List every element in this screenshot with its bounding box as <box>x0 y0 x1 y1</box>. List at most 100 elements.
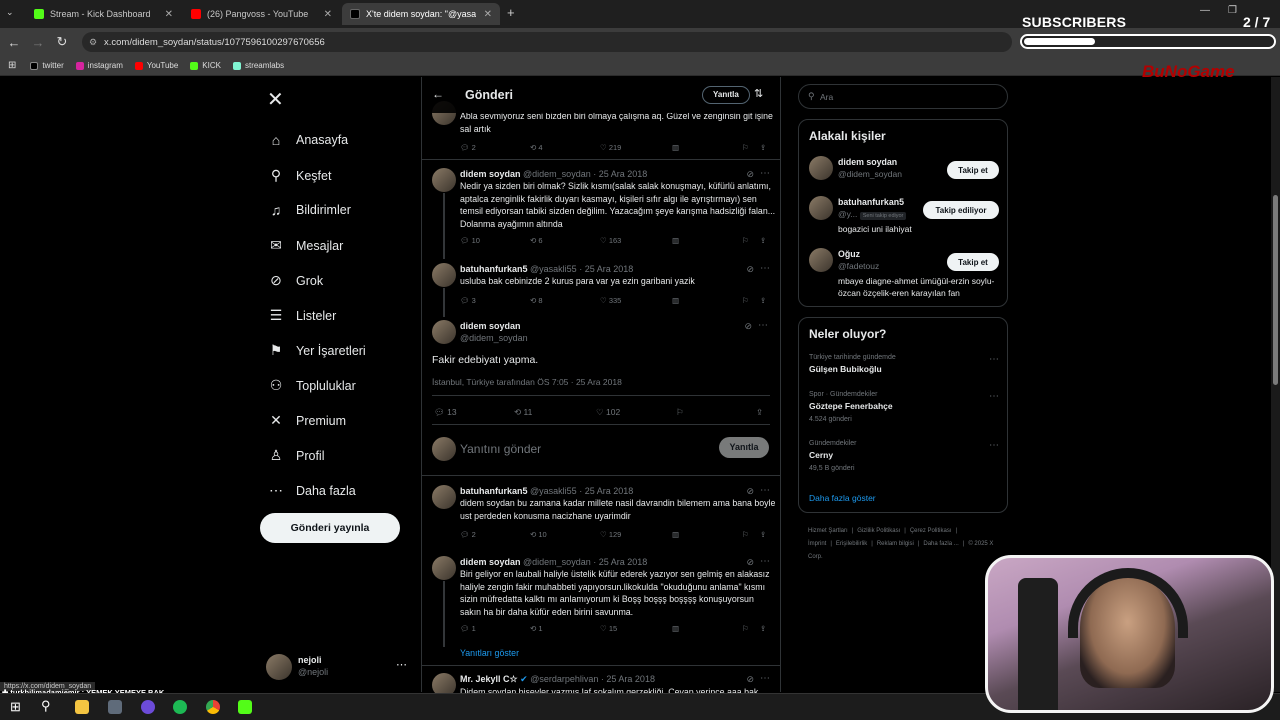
grok-icon[interactable]: ⊘ <box>746 557 754 568</box>
grok-icon[interactable]: ⊘ <box>744 321 752 332</box>
header-reply-button[interactable]: Yanıtla <box>702 86 750 104</box>
tweet[interactable]: didem soydan @didem_soydan · 25 Ara 2018… <box>422 553 782 647</box>
share-icon[interactable]: ⇪ <box>760 530 766 539</box>
search-icon[interactable]: ⚲ <box>41 698 51 714</box>
like-icon[interactable]: ♡ 219 <box>600 143 621 152</box>
search-box[interactable]: ⚲ Ara <box>798 84 1008 109</box>
close-icon[interactable]: ✕ <box>324 9 332 20</box>
retweet-icon[interactable]: ⟲ 1 <box>530 624 543 633</box>
tab-list-icon[interactable]: ⌄ <box>6 7 14 18</box>
post-button[interactable]: Gönderi yayınla <box>260 513 400 543</box>
footer-link[interactable]: Reklam bilgisi <box>877 541 914 547</box>
trend-item[interactable]: Spor · Gündemdekiler Göztepe Fenerbahçe 4.… <box>809 391 999 423</box>
bookmark-instagram[interactable]: instagram <box>75 61 123 70</box>
filter-icon[interactable]: ⇅ <box>754 87 763 100</box>
bookmark-icon[interactable]: ⚐ <box>742 236 749 245</box>
bookmark-icon[interactable]: ⚐ <box>742 143 749 152</box>
share-icon[interactable]: ⇪ <box>760 296 766 305</box>
footer-link[interactable]: İmprint <box>808 541 826 547</box>
sidebar-item-topluluklar[interactable]: ⚇ Topluluklar <box>260 377 356 394</box>
retweet-icon[interactable]: ⟲ 4 <box>530 143 543 152</box>
back-icon[interactable]: ← <box>2 35 26 50</box>
sidebar-item-anasayfa[interactable]: ⌂ Anasayfa <box>260 132 348 148</box>
more-icon[interactable]: ⋯ <box>760 556 770 567</box>
more-icon[interactable]: ⋯ <box>760 263 770 274</box>
footer-link[interactable]: Çerez Politikası <box>910 528 952 534</box>
site-info-icon[interactable]: ⚙ <box>89 37 97 48</box>
related-person[interactable]: batuhanfurkan5 @y... Seni takip ediyor Tak… <box>809 196 999 234</box>
avatar[interactable] <box>432 556 456 580</box>
author-name[interactable]: didem soydan <box>460 321 521 331</box>
windows-start-icon[interactable]: ⊞ <box>10 699 21 715</box>
close-icon[interactable]: ✕ <box>484 9 492 20</box>
footer-link[interactable]: Daha fazla ... <box>923 541 958 547</box>
share-icon[interactable]: ⇪ <box>756 407 763 418</box>
app-icon[interactable] <box>141 700 155 714</box>
like-icon[interactable]: ♡ 129 <box>600 530 621 539</box>
more-icon[interactable]: ⋯ <box>989 440 999 451</box>
reply-icon[interactable]: 💬︎ 1 <box>460 624 476 633</box>
like-icon[interactable]: ♡ 102 <box>596 407 620 418</box>
tab-youtube[interactable]: (26) Pangvoss - YouTube ✕ <box>183 3 340 25</box>
trend-item[interactable]: Türkiye tarihinde gündemde Gülşen Bubikoğ… <box>809 354 999 374</box>
reply-input[interactable]: Yanıtını gönder <box>460 442 541 456</box>
more-icon[interactable]: ⋯ <box>760 673 770 684</box>
reply-icon[interactable]: 💬︎ 2 <box>460 143 476 152</box>
more-icon[interactable]: ⋯ <box>760 168 770 179</box>
share-icon[interactable]: ⇪ <box>760 143 766 152</box>
new-tab-icon[interactable]: + <box>507 5 515 20</box>
bookmark-twitter[interactable]: twitter <box>30 61 64 70</box>
footer-link[interactable]: Gizlilik Politikası <box>857 528 900 534</box>
scrollbar-thumb[interactable] <box>1273 195 1278 385</box>
related-person[interactable]: didem soydan @didem_soydan Takip et <box>809 156 999 190</box>
follow-button[interactable]: Takip ediliyor <box>923 201 999 219</box>
reload-icon[interactable]: ↻ <box>50 34 74 50</box>
maximize-icon[interactable]: ❐ <box>1228 5 1237 16</box>
reply-icon[interactable]: 💬︎ 13 <box>434 407 457 418</box>
like-icon[interactable]: ♡ 335 <box>600 296 621 305</box>
more-icon[interactable]: ⋯ <box>396 658 407 671</box>
bookmark-icon[interactable]: ⚐ <box>742 530 749 539</box>
more-icon[interactable]: ⋯ <box>989 391 999 402</box>
retweet-icon[interactable]: ⟲ 11 <box>514 407 532 418</box>
like-icon[interactable]: ♡ 15 <box>600 624 617 633</box>
search-input[interactable]: Ara <box>820 92 833 102</box>
sidebar-item-yer-i̇şaretleri[interactable]: ⚑ Yer İşaretleri <box>260 342 366 359</box>
file-explorer-icon[interactable] <box>75 700 89 714</box>
retweet-icon[interactable]: ⟲ 8 <box>530 296 543 305</box>
sidebar-item-profil[interactable]: ♙ Profil <box>260 447 325 464</box>
sidebar-item-daha-fazla[interactable]: ⋯ Daha fazla <box>260 482 356 499</box>
more-icon[interactable]: ⋯ <box>760 485 770 496</box>
avatar[interactable] <box>432 168 456 192</box>
tab-kick-dashboard[interactable]: Stream - Kick Dashboard ✕ <box>26 3 181 25</box>
follow-button[interactable]: Takip et <box>947 161 999 179</box>
sidebar-item-bildirimler[interactable]: ♫ Bildirimler <box>260 202 351 218</box>
forward-icon[interactable]: → <box>26 35 50 50</box>
related-person[interactable]: Oğuz @fadetouz Takip et mbaye diagne-ahmet … <box>809 248 999 298</box>
bookmark-youtube[interactable]: YouTube <box>134 61 178 70</box>
footer-link[interactable]: Hizmet Şartları <box>808 528 848 534</box>
bookmark-icon[interactable]: ⚐ <box>676 407 684 418</box>
grok-icon[interactable]: ⊘ <box>746 486 754 497</box>
sidebar-item-grok[interactable]: ⊘ Grok <box>260 272 323 289</box>
account-switcher[interactable]: nejoli @nejoli ⋯ <box>266 654 411 686</box>
views-icon[interactable]: ▥ <box>672 143 679 152</box>
reply-submit-button[interactable]: Yanıtla <box>719 437 769 458</box>
kick-icon[interactable] <box>238 700 252 714</box>
sidebar-item-mesajlar[interactable]: ✉ Mesajlar <box>260 237 343 254</box>
like-icon[interactable]: ♡ 163 <box>600 236 621 245</box>
sidebar-item-listeler[interactable]: ☰ Listeler <box>260 307 337 324</box>
trend-item[interactable]: Gündemdekiler Cerny 49,5 B gönderi ⋯ <box>809 440 999 472</box>
retweet-icon[interactable]: ⟲ 10 <box>530 530 547 539</box>
bookmark-icon[interactable]: ⚐ <box>742 296 749 305</box>
minimize-icon[interactable]: — <box>1200 5 1210 16</box>
share-icon[interactable]: ⇪ <box>760 236 766 245</box>
footer-link[interactable]: Erişilebilirlik <box>836 541 867 547</box>
more-icon[interactable]: ⋯ <box>758 320 768 331</box>
address-bar[interactable]: ⚙ x.com/didem_soydan/status/107759610029… <box>82 32 1012 52</box>
follow-button[interactable]: Takip et <box>947 253 999 271</box>
app-icon[interactable] <box>108 700 122 714</box>
show-more-link[interactable]: Daha fazla göster <box>809 493 876 503</box>
author-handle[interactable]: @didem_soydan <box>460 333 528 343</box>
grok-icon[interactable]: ⊘ <box>746 264 754 275</box>
